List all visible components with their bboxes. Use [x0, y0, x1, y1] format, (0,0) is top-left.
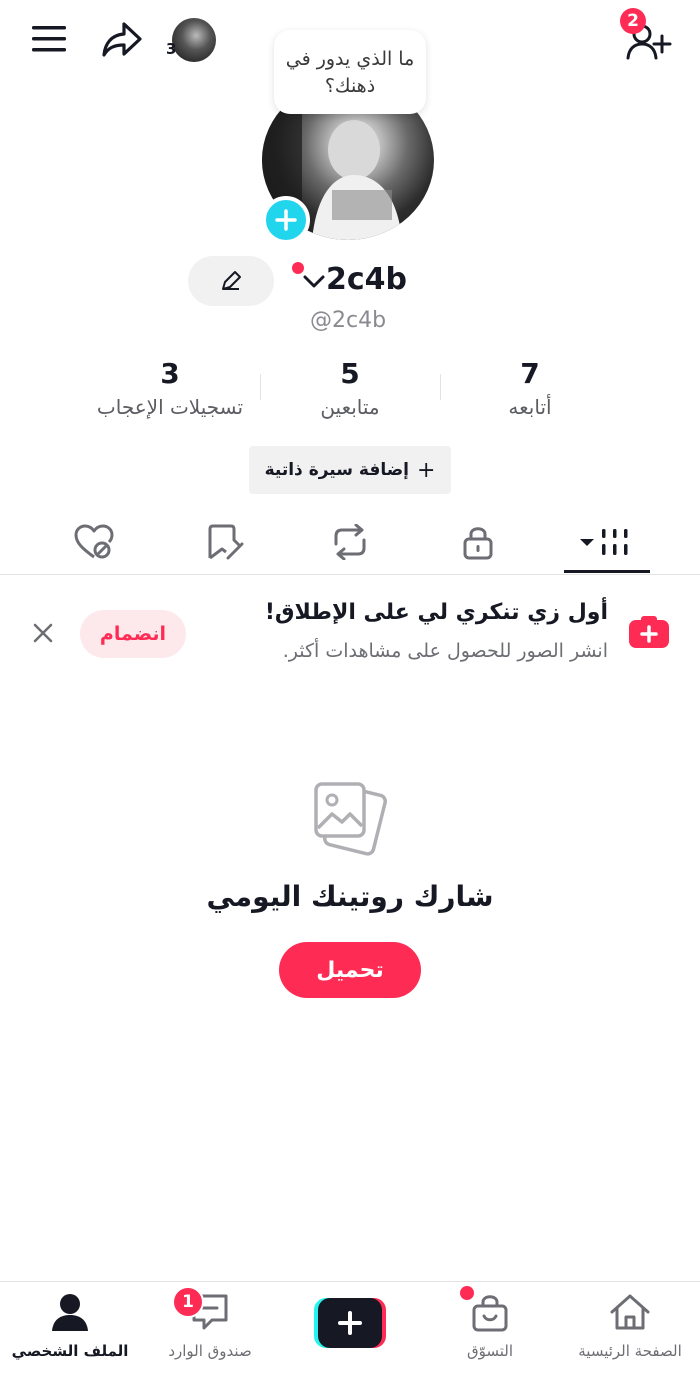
- close-icon[interactable]: [32, 622, 54, 644]
- nav-home[interactable]: الصفحة الرئيسية: [560, 1292, 700, 1360]
- promo-subtitle: انشر الصور للحصول على مشاهدات أكثر.: [282, 640, 608, 662]
- repost-icon: [334, 524, 366, 560]
- plus-icon: +: [416, 457, 436, 483]
- shop-notification-dot: [460, 1286, 474, 1300]
- likes-label: تسجيلات الإعجاب: [96, 395, 244, 419]
- tab-reposts[interactable]: [320, 522, 380, 562]
- edit-profile-button[interactable]: [188, 256, 274, 306]
- followers-stat[interactable]: 5 متابعين: [260, 356, 440, 422]
- likes-count: 3: [160, 357, 180, 390]
- friends-badge: 2: [620, 8, 646, 34]
- profile-icon: [52, 1294, 88, 1331]
- videos-grid-icon: [580, 529, 628, 555]
- plus-icon: [275, 209, 297, 231]
- story-avatar[interactable]: [172, 18, 216, 62]
- following-stat[interactable]: 7 أتابعه: [440, 356, 620, 422]
- promo-title: أول زي تنكري لي على الإطلاق!: [264, 600, 608, 625]
- nav-home-label: الصفحة الرئيسية: [578, 1342, 682, 1360]
- shopping-bag-icon: [472, 1295, 508, 1332]
- add-photo-icon: [628, 614, 670, 650]
- thought-bubble[interactable]: ما الذي يدور في ذهنك؟: [274, 30, 426, 114]
- likes-stat[interactable]: 3 تسجيلات الإعجاب: [80, 356, 260, 422]
- nav-shop[interactable]: التسوّق: [420, 1292, 560, 1360]
- followers-count: 5: [340, 357, 360, 390]
- story-count: 3: [166, 40, 177, 58]
- photos-icon: [310, 778, 390, 858]
- add-bio-label: إضافة سيرة ذاتية: [264, 460, 409, 480]
- join-button[interactable]: انضمام: [80, 610, 186, 658]
- nav-profile[interactable]: الملف الشخصي: [0, 1292, 140, 1360]
- tab-videos[interactable]: [576, 522, 636, 562]
- create-plus-icon: [314, 1298, 386, 1348]
- username[interactable]: 2c4b: [326, 262, 407, 297]
- hamburger-icon[interactable]: [32, 24, 68, 54]
- following-count: 7: [520, 357, 540, 390]
- share-icon[interactable]: [100, 20, 144, 60]
- home-icon: [610, 1294, 650, 1330]
- nav-profile-label: الملف الشخصي: [11, 1342, 129, 1360]
- stat-divider: [440, 374, 441, 400]
- nav-shop-label: التسوّق: [466, 1342, 514, 1360]
- chevron-down-icon[interactable]: [302, 272, 326, 292]
- active-tab-indicator: [564, 570, 650, 573]
- nav-inbox-label: صندوق الوارد: [168, 1342, 252, 1360]
- empty-state-title: شارك روتينك اليومي: [206, 880, 494, 913]
- user-handle: @2c4b: [310, 308, 387, 333]
- followers-label: متابعين: [320, 395, 380, 419]
- liked-icon: [74, 524, 114, 559]
- bottom-nav: الصفحة الرئيسية التسوّق صندوق الوارد 1 ا…: [0, 1281, 700, 1395]
- add-bio-button[interactable]: + إضافة سيرة ذاتية: [249, 446, 451, 494]
- create-button[interactable]: [314, 1298, 386, 1348]
- pencil-icon: [222, 271, 241, 290]
- tab-liked[interactable]: [64, 522, 124, 562]
- profile-tabs: [0, 510, 700, 575]
- add-avatar-button[interactable]: [262, 196, 310, 244]
- lock-icon: [463, 527, 493, 560]
- tab-private[interactable]: [448, 522, 508, 562]
- favorites-icon: [208, 524, 244, 560]
- nav-inbox[interactable]: صندوق الوارد: [140, 1292, 280, 1360]
- following-label: أتابعه: [508, 395, 552, 419]
- inbox-badge: 1: [172, 1286, 204, 1318]
- upload-button[interactable]: تحميل: [279, 942, 421, 998]
- tab-favorites[interactable]: [194, 522, 254, 562]
- stat-divider: [260, 374, 261, 400]
